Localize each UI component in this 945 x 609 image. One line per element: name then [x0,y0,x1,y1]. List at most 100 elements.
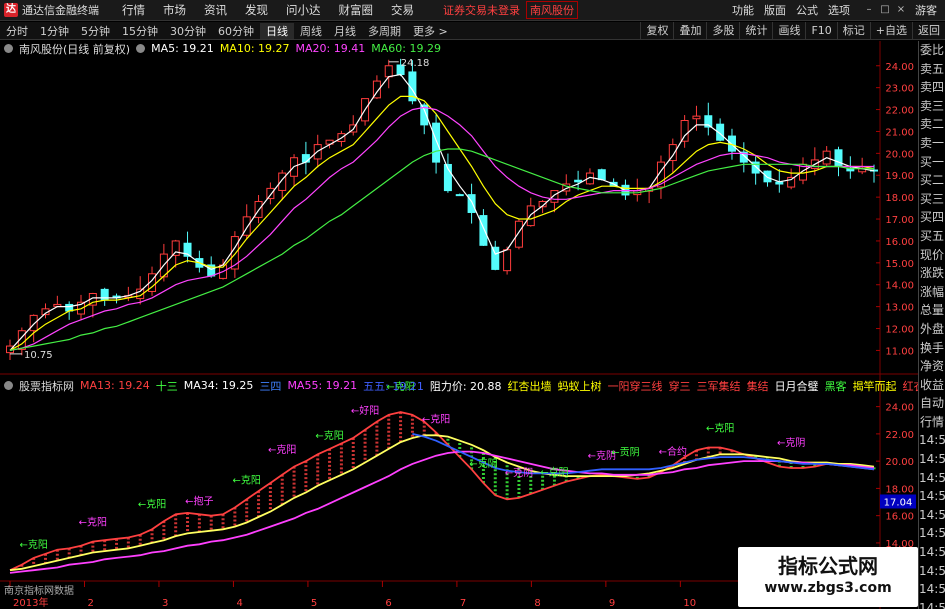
window-controls: – □ × [861,3,909,17]
side-list-item[interactable]: 委比 [919,41,945,60]
tab-30min[interactable]: 30分钟 [164,23,212,39]
ind-item: 揭竿而起 [852,379,897,393]
price-tick-label: 22.00 [885,106,914,117]
tab-weekly[interactable]: 周线 [294,23,328,39]
ind-item: MA34: 19.25 [183,379,254,392]
side-list-item[interactable]: 卖四 [919,78,945,97]
x-tick-label: 5 [311,598,317,609]
bottom-label: 南京指标网数据 [4,586,74,597]
side-list-item[interactable]: 净资 [919,357,945,376]
side-list-item[interactable]: 14:50 [919,524,945,543]
tab-monthly[interactable]: 月线 [328,23,362,39]
side-list-item[interactable]: 涨幅 [919,283,945,302]
side-list-item[interactable]: 14:50 [919,562,945,581]
menu-formula[interactable]: 公式 [791,2,823,18]
menu-trade[interactable]: 交易 [382,2,423,18]
side-list-item[interactable]: 涨跌 [919,264,945,283]
menu-news[interactable]: 资讯 [195,2,236,18]
candle-body [171,240,180,256]
side-list-item[interactable]: 换手 [919,339,945,358]
side-list-item[interactable]: 14:50 [919,487,945,506]
side-list-item[interactable]: 卖五 [919,60,945,79]
quote-side-list: 委比 卖五 卖四 卖三 卖二 卖一 买一 买二 买三 买四 买五 现价 涨跌 涨幅 总量 外盘 换手 净资 收益 自动… [918,41,945,609]
candle-body [230,236,239,270]
side-list-item[interactable]: 14:50 [919,469,945,488]
menu-functions[interactable]: 功能 [727,2,759,18]
ind-item: 五五: 19.21 [363,379,424,393]
side-list-item[interactable]: 14:50 [919,543,945,562]
side-list-item[interactable]: 14:50 [919,599,945,609]
f10-button[interactable]: F10 [805,21,836,40]
add-watchlist-button[interactable]: +自选 [869,21,912,40]
x-tick-label: 6 [385,598,391,609]
candle-body [491,246,500,270]
overlay-button[interactable]: 叠加 [673,21,706,40]
tab-60min[interactable]: 60分钟 [212,23,260,39]
indicator-settings-icon[interactable] [4,381,13,390]
indicator-signal-label: ←克阴 [540,467,568,479]
ind-item: 集结 [746,379,769,393]
ind-item: 三四 [259,379,282,393]
menu-options[interactable]: 选项 [823,2,855,18]
menu-discover[interactable]: 发现 [236,2,277,18]
back-button[interactable]: 返回 [912,21,945,40]
tab-intraday[interactable]: 分时 [0,23,34,39]
side-list-item[interactable]: 现价 [919,246,945,265]
mark-button[interactable]: 标记 [836,21,870,40]
menu-quotes[interactable]: 行情 [113,2,154,18]
side-list-item[interactable]: 行情 [919,413,945,432]
menu-layout[interactable]: 版面 [759,2,791,18]
side-list-item[interactable]: 14:50 [919,580,945,599]
ma-settings-icon[interactable] [136,44,146,53]
side-list-item[interactable]: 14:50 [919,431,945,450]
side-list-item[interactable]: 卖二 [919,115,945,134]
menu-ask[interactable]: 问小达 [277,2,330,18]
ind-item: 黑客 [824,379,847,393]
side-list-item[interactable]: 外盘 [919,320,945,339]
stats-button[interactable]: 统计 [739,21,772,40]
stock-name-tag[interactable]: 南风股份 [526,1,578,19]
price-tick-label: 11.00 [885,346,914,357]
candle-body [29,314,38,332]
side-list-item[interactable]: 14:50 [919,506,945,525]
side-list-item[interactable]: 自动 [919,394,945,413]
indicator-tick-label: 20.00 [885,457,914,468]
indicator-title[interactable]: 股票指标网 [19,378,74,394]
minimize-icon[interactable]: – [861,3,877,17]
side-list-item[interactable]: 买五 [919,227,945,246]
indicator-signal-label: ←合约 [659,445,687,458]
settings-dot-icon[interactable] [4,44,13,53]
close-icon[interactable]: × [893,3,909,17]
side-list-item[interactable]: 卖一 [919,134,945,153]
indicator-signal-label: ←抱子 [185,494,213,507]
draw-button[interactable]: 画线 [772,21,805,40]
indicator-signal-label: ←克阳 [138,498,166,510]
ma10-value: MA10: 19.27 [219,42,290,55]
candle-body [680,120,689,142]
side-list-item[interactable]: 买四 [919,208,945,227]
tab-multi-period[interactable]: 多周期 [362,23,407,39]
side-list-item[interactable]: 买三 [919,190,945,209]
tab-1min[interactable]: 1分钟 [34,23,75,39]
tab-daily[interactable]: 日线 [260,22,294,39]
multi-stock-button[interactable]: 多股 [706,21,739,40]
guest-label[interactable]: 游客 [915,2,937,18]
side-list-item[interactable]: 卖三 [919,97,945,116]
side-list-item[interactable]: 总量 [919,301,945,320]
login-status[interactable]: 证券交易未登录 [443,2,520,18]
side-list-item[interactable]: 买二 [919,171,945,190]
menu-market[interactable]: 市场 [154,2,195,18]
side-list-item[interactable]: 收益 [919,376,945,395]
menu-wealth[interactable]: 财富圈 [330,2,383,18]
x-tick-label: 9 [609,598,615,609]
maximize-icon[interactable]: □ [877,3,893,17]
tab-5min[interactable]: 5分钟 [75,23,116,39]
chart-canvas[interactable]: 24.00 23.00 22.00 21.00 20.00 19.00 18.00 17.00… [0,41,918,609]
indicator-signal-label: ←克阳 [233,474,261,486]
tab-more[interactable]: 更多 > [407,23,454,39]
adjust-button[interactable]: 复权 [640,21,673,40]
side-list-item[interactable]: 14:50 [919,450,945,469]
side-list-item[interactable]: 买一 [919,153,945,172]
x-tick-label: 2 [87,598,93,609]
tab-15min[interactable]: 15分钟 [116,23,164,39]
